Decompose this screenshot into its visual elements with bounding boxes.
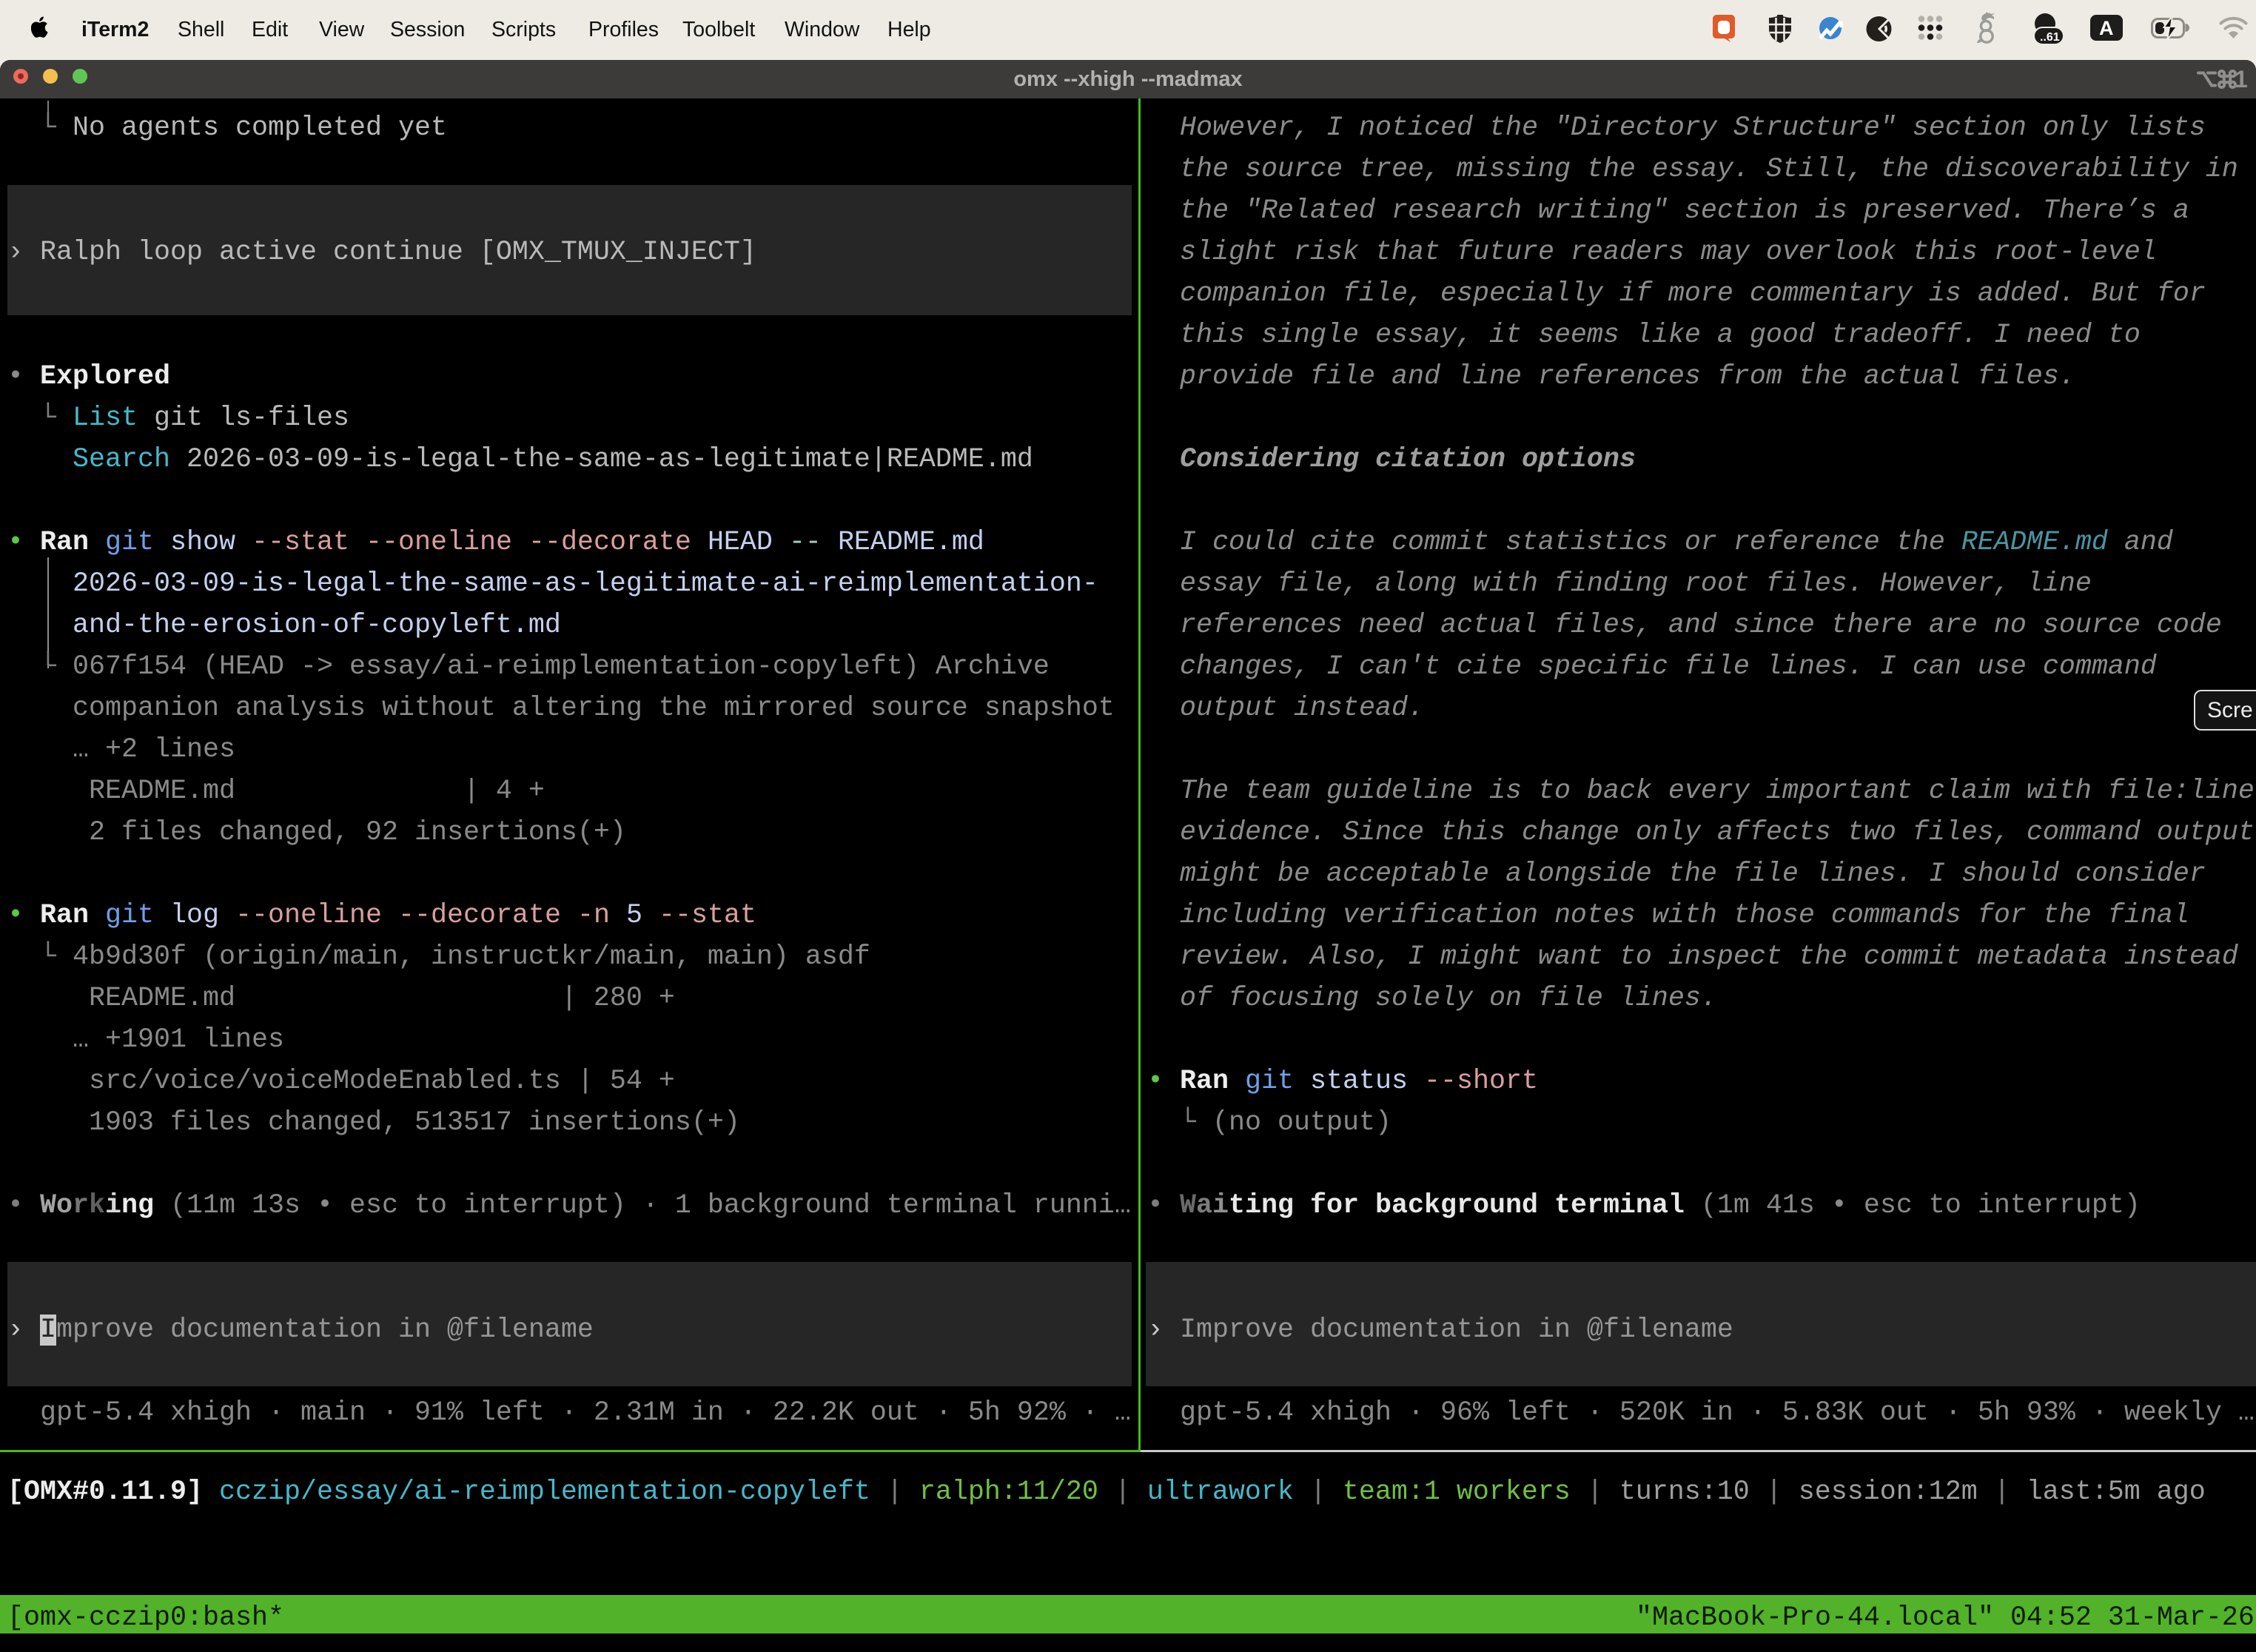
svg-text:A: A (2099, 17, 2114, 39)
svg-text:..61: ..61 (2040, 31, 2060, 44)
